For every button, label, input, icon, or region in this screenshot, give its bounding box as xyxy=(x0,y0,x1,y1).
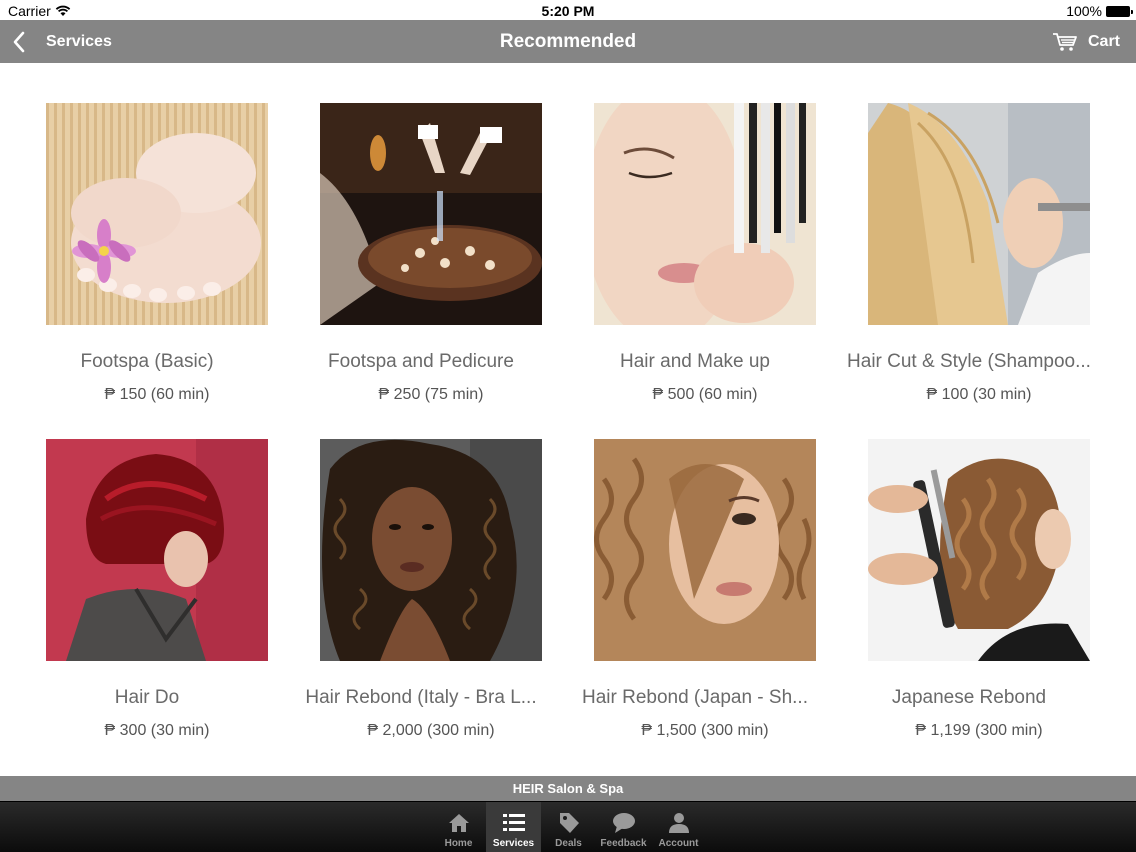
service-name: Japanese Rebond xyxy=(891,687,1047,708)
service-price: ₱ 2,000 (300 min) xyxy=(367,722,495,739)
service-name: Hair and Make up xyxy=(620,351,770,372)
service-image-footspa-pedicure xyxy=(320,103,542,325)
cart-icon xyxy=(1052,32,1077,51)
tab-account[interactable]: Account xyxy=(651,802,706,852)
status-time: 5:20 PM xyxy=(541,3,595,19)
back-button-label: Services xyxy=(46,32,112,50)
person-icon xyxy=(668,813,689,833)
tab-label: Feedback xyxy=(600,838,647,849)
service-name: Hair Do xyxy=(114,687,180,708)
service-image-japanese-rebond xyxy=(868,439,1090,661)
speech-bubble-icon xyxy=(612,813,635,833)
battery-indicator: 100% xyxy=(1066,3,1133,19)
service-name: Hair Rebond (Italy - Bra L... xyxy=(305,687,537,708)
service-card-footspa-pedicure[interactable]: Footspa and Pedicure ₱ 250 (75 min) xyxy=(274,63,548,403)
service-image-hair-cut-style xyxy=(868,103,1090,325)
tab-label: Deals xyxy=(555,838,582,849)
tab-label: Services xyxy=(492,838,535,849)
list-icon xyxy=(502,814,525,831)
service-card-hair-cut-style[interactable]: Hair Cut & Style (Shampoo... ₱ 100 (30 m… xyxy=(822,63,1096,403)
service-price: ₱ 1,500 (300 min) xyxy=(641,722,769,739)
service-name: Footspa and Pedicure xyxy=(328,351,514,372)
tab-home[interactable]: Home xyxy=(431,802,486,852)
service-card-japanese-rebond[interactable]: Japanese Rebond ₱ 1,199 (300 min) xyxy=(822,399,1096,739)
status-bar: Carrier 5:20 PM 100% xyxy=(0,0,1136,20)
service-image-hair-rebond-japan xyxy=(594,439,816,661)
service-image-footspa-basic xyxy=(46,103,268,325)
service-name: Hair Cut & Style (Shampoo... xyxy=(847,351,1091,372)
tab-services[interactable]: Services xyxy=(486,802,541,852)
tab-bar: Home Services Deals Feedback Account xyxy=(0,801,1136,852)
tab-feedback[interactable]: Feedback xyxy=(596,802,651,852)
cart-button-label: Cart xyxy=(1087,32,1120,50)
tab-deals[interactable]: Deals xyxy=(541,802,596,852)
page-title: Recommended xyxy=(499,31,637,52)
service-name: Footspa (Basic) xyxy=(80,351,214,372)
service-card-hair-makeup[interactable]: Hair and Make up ₱ 500 (60 min) xyxy=(548,63,822,403)
back-button[interactable]: Services xyxy=(10,20,112,63)
nav-bar: Services Recommended Cart xyxy=(0,20,1136,63)
tab-label: Home xyxy=(444,838,473,849)
tag-icon xyxy=(559,813,579,833)
service-image-hair-rebond-italy xyxy=(320,439,542,661)
tab-label: Account xyxy=(658,838,699,849)
service-card-hair-do[interactable]: Hair Do ₱ 300 (30 min) xyxy=(0,399,274,739)
business-name-banner: HEIR Salon & Spa xyxy=(0,776,1136,801)
service-card-hair-rebond-japan[interactable]: Hair Rebond (Japan - Sh... ₱ 1,500 (300 … xyxy=(548,399,822,739)
service-name: Hair Rebond (Japan - Sh... xyxy=(581,687,808,708)
home-icon xyxy=(448,814,469,832)
service-card-footspa-basic[interactable]: Footspa (Basic) ₱ 150 (60 min) xyxy=(0,63,274,403)
battery-icon xyxy=(1106,5,1133,17)
services-grid: Footspa (Basic) ₱ 150 (60 min) Footspa a… xyxy=(0,63,1136,776)
cart-button[interactable]: Cart xyxy=(1052,20,1120,63)
battery-label: 100% xyxy=(1066,3,1102,19)
service-image-hair-do xyxy=(46,439,268,661)
service-image-hair-makeup xyxy=(594,103,816,325)
service-price: ₱ 300 (30 min) xyxy=(104,722,210,739)
service-price: ₱ 1,199 (300 min) xyxy=(915,722,1043,739)
service-card-hair-rebond-italy[interactable]: Hair Rebond (Italy - Bra L... ₱ 2,000 (3… xyxy=(274,399,548,739)
chevron-left-icon xyxy=(13,31,25,52)
